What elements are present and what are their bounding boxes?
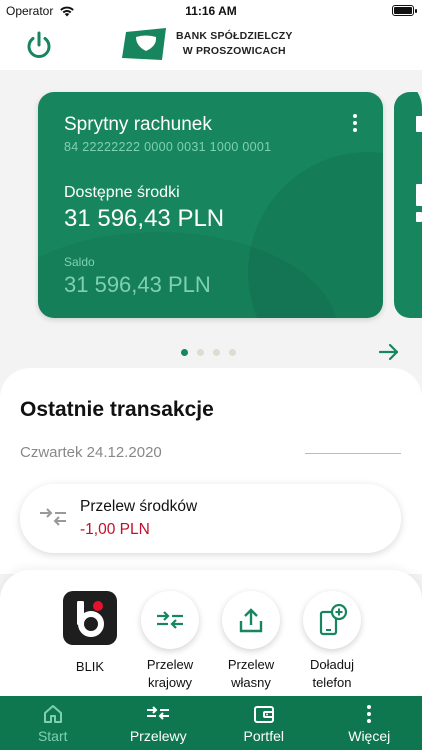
- section-title: Ostatnie transakcje: [20, 398, 214, 421]
- card-menu-icon[interactable]: [349, 114, 361, 136]
- own-transfer-button[interactable]: Przelew własny: [206, 591, 296, 692]
- nav-transfers[interactable]: Przelewy: [106, 696, 212, 750]
- bank-logo-mark: [122, 28, 166, 60]
- account-name: Sprytny rachunek: [64, 114, 212, 135]
- battery-icon: [392, 5, 417, 16]
- transaction-item[interactable]: Przelew środków -1,00 PLN: [20, 484, 401, 553]
- label-line: telefon: [312, 675, 352, 690]
- label-line: Doładuj: [309, 657, 355, 672]
- transfer-arrows-icon: [40, 508, 66, 526]
- bottom-navigation: Start Przelewy Portfel Więcej: [0, 696, 422, 750]
- nav-label: Przelewy: [129, 728, 187, 744]
- status-bar: Operator 11:16 AM: [0, 0, 422, 22]
- label-line: Przelew: [227, 657, 275, 672]
- transfer-arrows-icon: [141, 591, 199, 649]
- domestic-transfer-label: Przelew krajowy: [125, 656, 215, 692]
- quick-actions-panel: BLIK Przelew krajowy Przelew własny Doła…: [0, 570, 422, 696]
- blik-label: BLIK: [75, 659, 105, 674]
- nav-label: Więcej: [348, 728, 391, 744]
- upload-icon: [222, 591, 280, 649]
- label-line: własny: [231, 675, 271, 690]
- bank-name: BANK SPÓŁDZIELCZY W PROSZOWICACH: [176, 29, 293, 59]
- pagination-dot[interactable]: [213, 349, 220, 356]
- divider: [305, 453, 401, 454]
- pagination-dot[interactable]: [197, 349, 204, 356]
- label-line: Przelew: [146, 657, 194, 672]
- next-account-card-peek[interactable]: [394, 92, 422, 318]
- bank-name-line2: W PROSZOWICACH: [182, 45, 286, 57]
- power-icon[interactable]: [22, 28, 56, 62]
- nav-more[interactable]: Więcej: [317, 696, 422, 750]
- more-vertical-icon: [367, 705, 372, 723]
- own-transfer-label: Przelew własny: [206, 656, 296, 692]
- account-carousel[interactable]: Sprytny rachunek 84 22222222 0000 0031 1…: [0, 78, 422, 378]
- phone-topup-icon: [303, 591, 361, 649]
- bank-logo: BANK SPÓŁDZIELCZY W PROSZOWICACH: [122, 26, 293, 62]
- pagination-dot[interactable]: [229, 349, 236, 356]
- label-line: krajowy: [147, 675, 193, 690]
- recent-transactions-panel: Ostatnie transakcje Czwartek 24.12.2020 …: [0, 368, 422, 574]
- home-icon: [43, 705, 62, 723]
- saldo-value: 31 596,43 PLN: [64, 272, 211, 297]
- account-number: 84 22222222 0000 0031 1000 0001: [64, 140, 272, 154]
- app-header: BANK SPÓŁDZIELCZY W PROSZOWICACH: [0, 22, 422, 70]
- phone-topup-label: Doładuj telefon: [287, 656, 377, 692]
- nav-wallet[interactable]: Portfel: [211, 696, 317, 750]
- available-funds-value: 31 596,43 PLN: [64, 205, 225, 232]
- available-funds-label: Dostępne środki: [64, 184, 180, 201]
- account-card[interactable]: Sprytny rachunek 84 22222222 0000 0031 1…: [38, 92, 383, 318]
- nav-start[interactable]: Start: [0, 696, 106, 750]
- blik-logo: [63, 591, 117, 645]
- bank-name-line1: BANK SPÓŁDZIELCZY: [176, 30, 293, 42]
- carousel-pagination: [181, 349, 236, 356]
- phone-topup-button[interactable]: Doładuj telefon: [287, 591, 377, 692]
- domestic-transfer-button[interactable]: Przelew krajowy: [125, 591, 215, 692]
- saldo-label: Saldo: [64, 255, 95, 269]
- transaction-date: Czwartek 24.12.2020: [20, 444, 162, 461]
- arrow-right-icon[interactable]: [378, 342, 400, 362]
- nav-label: Start: [37, 728, 68, 744]
- pagination-dot[interactable]: [181, 349, 188, 356]
- nav-label: Portfel: [243, 728, 284, 744]
- clock: 11:16 AM: [185, 4, 237, 18]
- blik-button[interactable]: BLIK: [45, 591, 135, 676]
- transaction-title: Przelew środków: [80, 498, 198, 515]
- transfer-arrows-icon: [147, 706, 170, 720]
- transaction-amount: -1,00 PLN: [80, 521, 150, 538]
- wallet-icon: [253, 706, 274, 723]
